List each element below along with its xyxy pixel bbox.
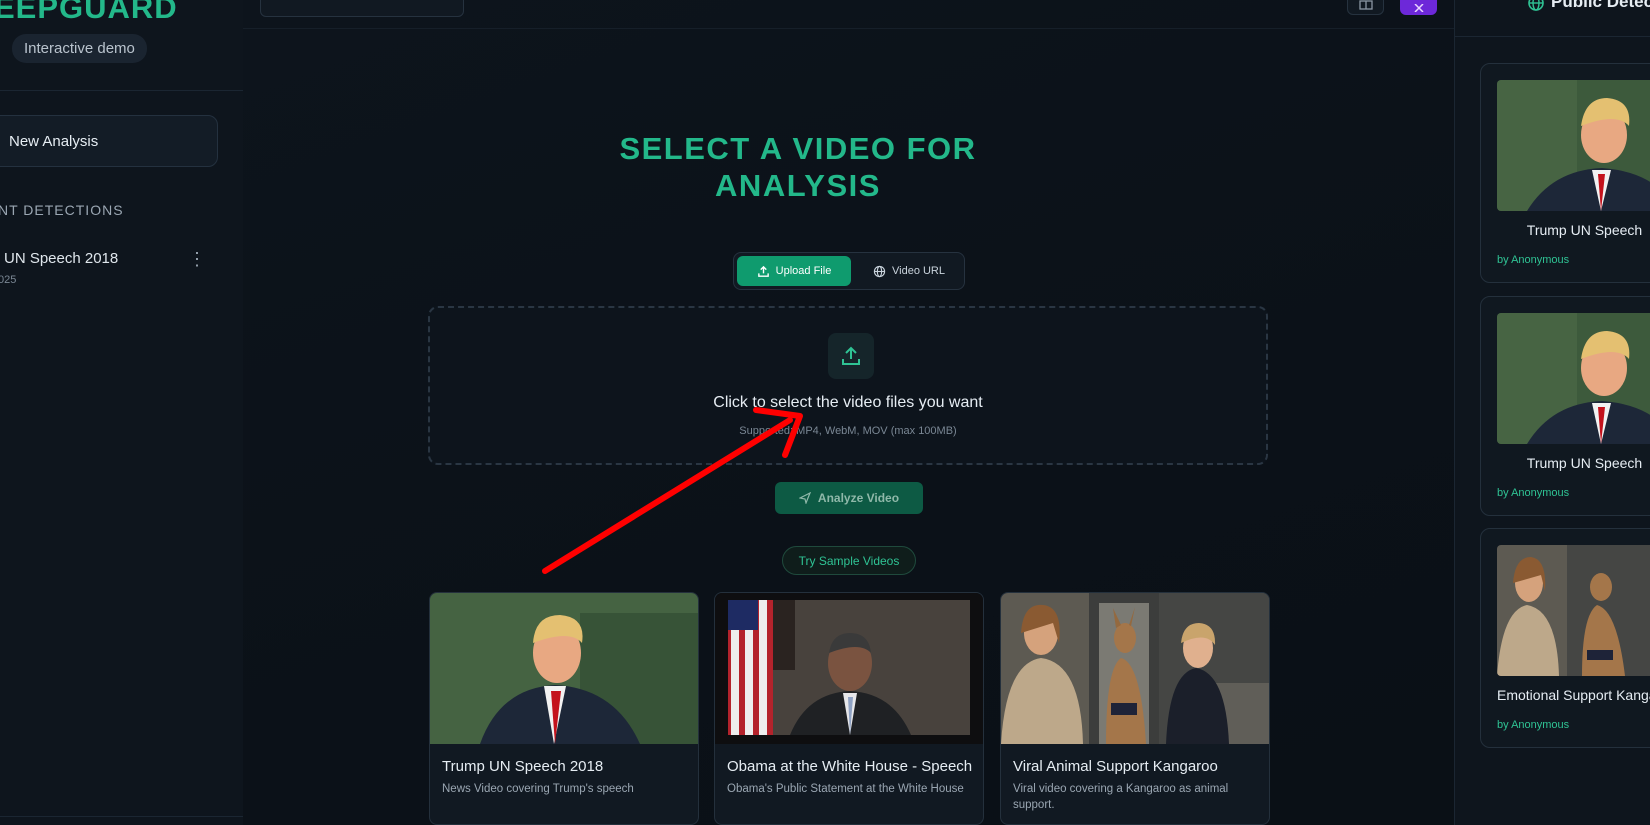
send-icon	[798, 492, 811, 504]
public-card[interactable]: Trump UN Speech by Anonymous	[1480, 63, 1650, 283]
sample-card-title: Obama at the White House - Speech	[727, 758, 973, 775]
sample-thumbnail	[1001, 593, 1269, 744]
layout-toggle-button[interactable]	[1347, 0, 1384, 15]
public-card[interactable]: Emotional Support Kanga by Anonymous	[1480, 528, 1650, 748]
more-options-icon[interactable]: ⋮	[188, 250, 206, 268]
globe-icon	[873, 265, 886, 277]
public-card-thumbnail	[1497, 545, 1650, 676]
top-search-field[interactable]	[260, 0, 464, 17]
sidebar: EEPGUARD Interactive demo New Analysis N…	[0, 0, 244, 825]
upload-icon	[842, 346, 860, 365]
public-card-author: by Anonymous	[1497, 254, 1570, 266]
tab-upload-label: Upload File	[775, 265, 832, 277]
analyze-video-label: Analyze Video	[817, 491, 900, 505]
brand-logo: EEPGUARD	[0, 0, 178, 25]
recent-item-title[interactable]: UN Speech 2018	[4, 250, 118, 267]
file-dropzone[interactable]: Click to select the video files you want…	[428, 306, 1268, 465]
dropzone-subtitle: Supported: MP4, WebM, MOV (max 100MB)	[739, 425, 957, 437]
sample-card-kangaroo[interactable]: Viral Animal Support Kangaroo Viral vide…	[1000, 592, 1270, 825]
new-analysis-label: New Analysis	[9, 132, 99, 150]
public-card-author: by Anonymous	[1497, 719, 1570, 731]
dropzone-title: Click to select the video files you want	[713, 394, 983, 411]
dropzone-upload-icon-box	[828, 333, 874, 379]
public-detections-panel: Public Detec Trump UN Speech by Anonymou…	[1454, 0, 1650, 825]
sidebar-footer-divider	[0, 816, 243, 817]
layout-icon	[1358, 0, 1373, 10]
upload-icon	[757, 265, 769, 277]
panel-divider	[1455, 36, 1650, 37]
tab-upload-file[interactable]: Upload File	[737, 256, 851, 286]
public-card-author: by Anonymous	[1497, 487, 1570, 499]
public-card-title: Emotional Support Kanga	[1497, 687, 1650, 703]
tab-video-url[interactable]: Video URL	[856, 256, 962, 286]
topbar-divider	[243, 28, 1454, 29]
sidebar-divider	[0, 90, 243, 91]
new-analysis-button[interactable]: New Analysis	[0, 115, 218, 167]
close-icon	[1413, 4, 1424, 12]
sample-card-description: Viral video covering a Kangaroo as anima…	[1013, 783, 1229, 811]
sample-card-trump[interactable]: Trump UN Speech 2018 News Video covering…	[429, 592, 699, 825]
main-content: SELECT A VIDEO FOR ANALYSIS Upload File …	[243, 0, 1454, 825]
public-card-title: Trump UN Speech	[1526, 222, 1643, 238]
public-card-thumbnail	[1497, 80, 1650, 211]
demo-badge: Interactive demo	[12, 34, 147, 63]
public-card-thumbnail	[1497, 313, 1650, 444]
public-card[interactable]: Trump UN Speech by Anonymous	[1480, 296, 1650, 516]
try-sample-videos-button[interactable]: Try Sample Videos	[782, 546, 916, 575]
public-detections-title: Public Detec	[1551, 0, 1650, 11]
recent-detections-heading: NT DETECTIONS	[0, 202, 124, 218]
source-toggle: Upload File Video URL	[733, 252, 965, 290]
recent-item-date: 025	[0, 274, 17, 286]
sample-card-description: News Video covering Trump's speech	[442, 783, 634, 795]
sample-card-title: Trump UN Speech 2018	[442, 758, 604, 775]
sample-thumbnail	[715, 593, 983, 744]
user-avatar-button[interactable]	[1400, 0, 1437, 15]
sample-card-title: Viral Animal Support Kangaroo	[1013, 758, 1218, 775]
public-card-title: Trump UN Speech	[1526, 455, 1643, 471]
globe-icon	[1528, 0, 1544, 11]
sample-thumbnail	[430, 593, 698, 744]
sample-card-description: Obama's Public Statement at the White Ho…	[727, 783, 964, 795]
tab-url-label: Video URL	[892, 265, 945, 277]
analyze-video-button[interactable]: Analyze Video	[775, 482, 923, 514]
page-title: SELECT A VIDEO FOR ANALYSIS	[619, 131, 977, 203]
sample-card-obama[interactable]: Obama at the White House - Speech Obama'…	[714, 592, 984, 825]
